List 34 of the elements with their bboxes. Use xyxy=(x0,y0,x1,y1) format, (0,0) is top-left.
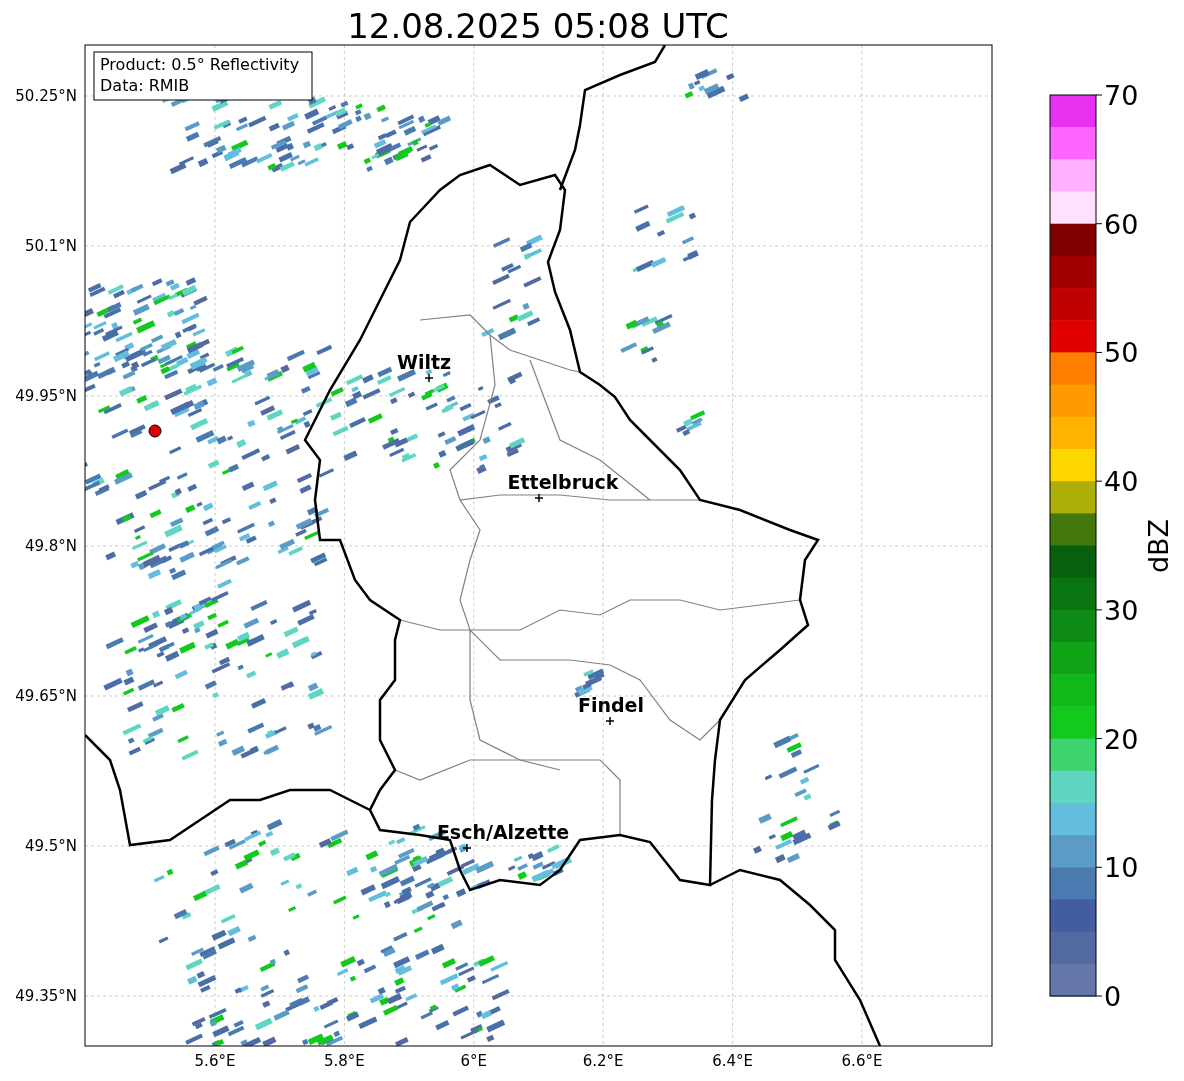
longitude-label: 6.2°E xyxy=(582,1052,624,1070)
radar-site-icon xyxy=(148,424,162,438)
city-marker-icon xyxy=(605,716,615,726)
longitude-label: 5.8°E xyxy=(324,1052,365,1070)
latitude-label: 50.1°N xyxy=(24,237,77,255)
legend-text: Data: RMIB xyxy=(100,76,190,95)
latitude-label: 49.35°N xyxy=(15,987,77,1005)
city-marker-icon xyxy=(462,843,472,853)
chart-title: 12.08.2025 05:08 UTC xyxy=(347,6,729,46)
latitude-label: 49.8°N xyxy=(24,537,77,555)
longitude-label: 6.6°E xyxy=(841,1052,883,1070)
city-label: Wiltz xyxy=(396,351,452,373)
longitude-label: 6.4°E xyxy=(712,1052,753,1070)
longitude-label: 6°E xyxy=(460,1052,488,1070)
legend-text: Product: 0.5° Reflectivity xyxy=(100,55,300,74)
colorbar-axis-label: dBZ xyxy=(1143,518,1174,574)
latitude-label: 49.65°N xyxy=(15,687,77,705)
latitude-label: 50.25°N xyxy=(15,87,77,105)
colorbar-tick-label: 10 xyxy=(1104,852,1139,884)
colorbar-tick-label: 0 xyxy=(1104,981,1122,1012)
colorbar-tick-label: 50 xyxy=(1104,337,1139,369)
latitude-label: 49.5°N xyxy=(24,837,77,855)
city-marker-icon xyxy=(424,373,434,383)
colorbar-tick-label: 60 xyxy=(1104,208,1139,240)
colorbar-tick-label: 70 xyxy=(1104,80,1139,111)
city-label: Ettelbruck xyxy=(507,471,619,493)
latitude-label: 49.95°N xyxy=(15,387,77,405)
city-marker-icon xyxy=(534,493,544,503)
city-label: Esch/Alzette xyxy=(436,821,570,843)
colorbar-tick-label: 20 xyxy=(1104,723,1139,755)
colorbar-tick-label: 30 xyxy=(1104,594,1139,626)
longitude-label: 5.6°E xyxy=(194,1052,236,1070)
city-label: Findel xyxy=(578,694,644,716)
colorbar-tick-label: 40 xyxy=(1104,466,1139,498)
